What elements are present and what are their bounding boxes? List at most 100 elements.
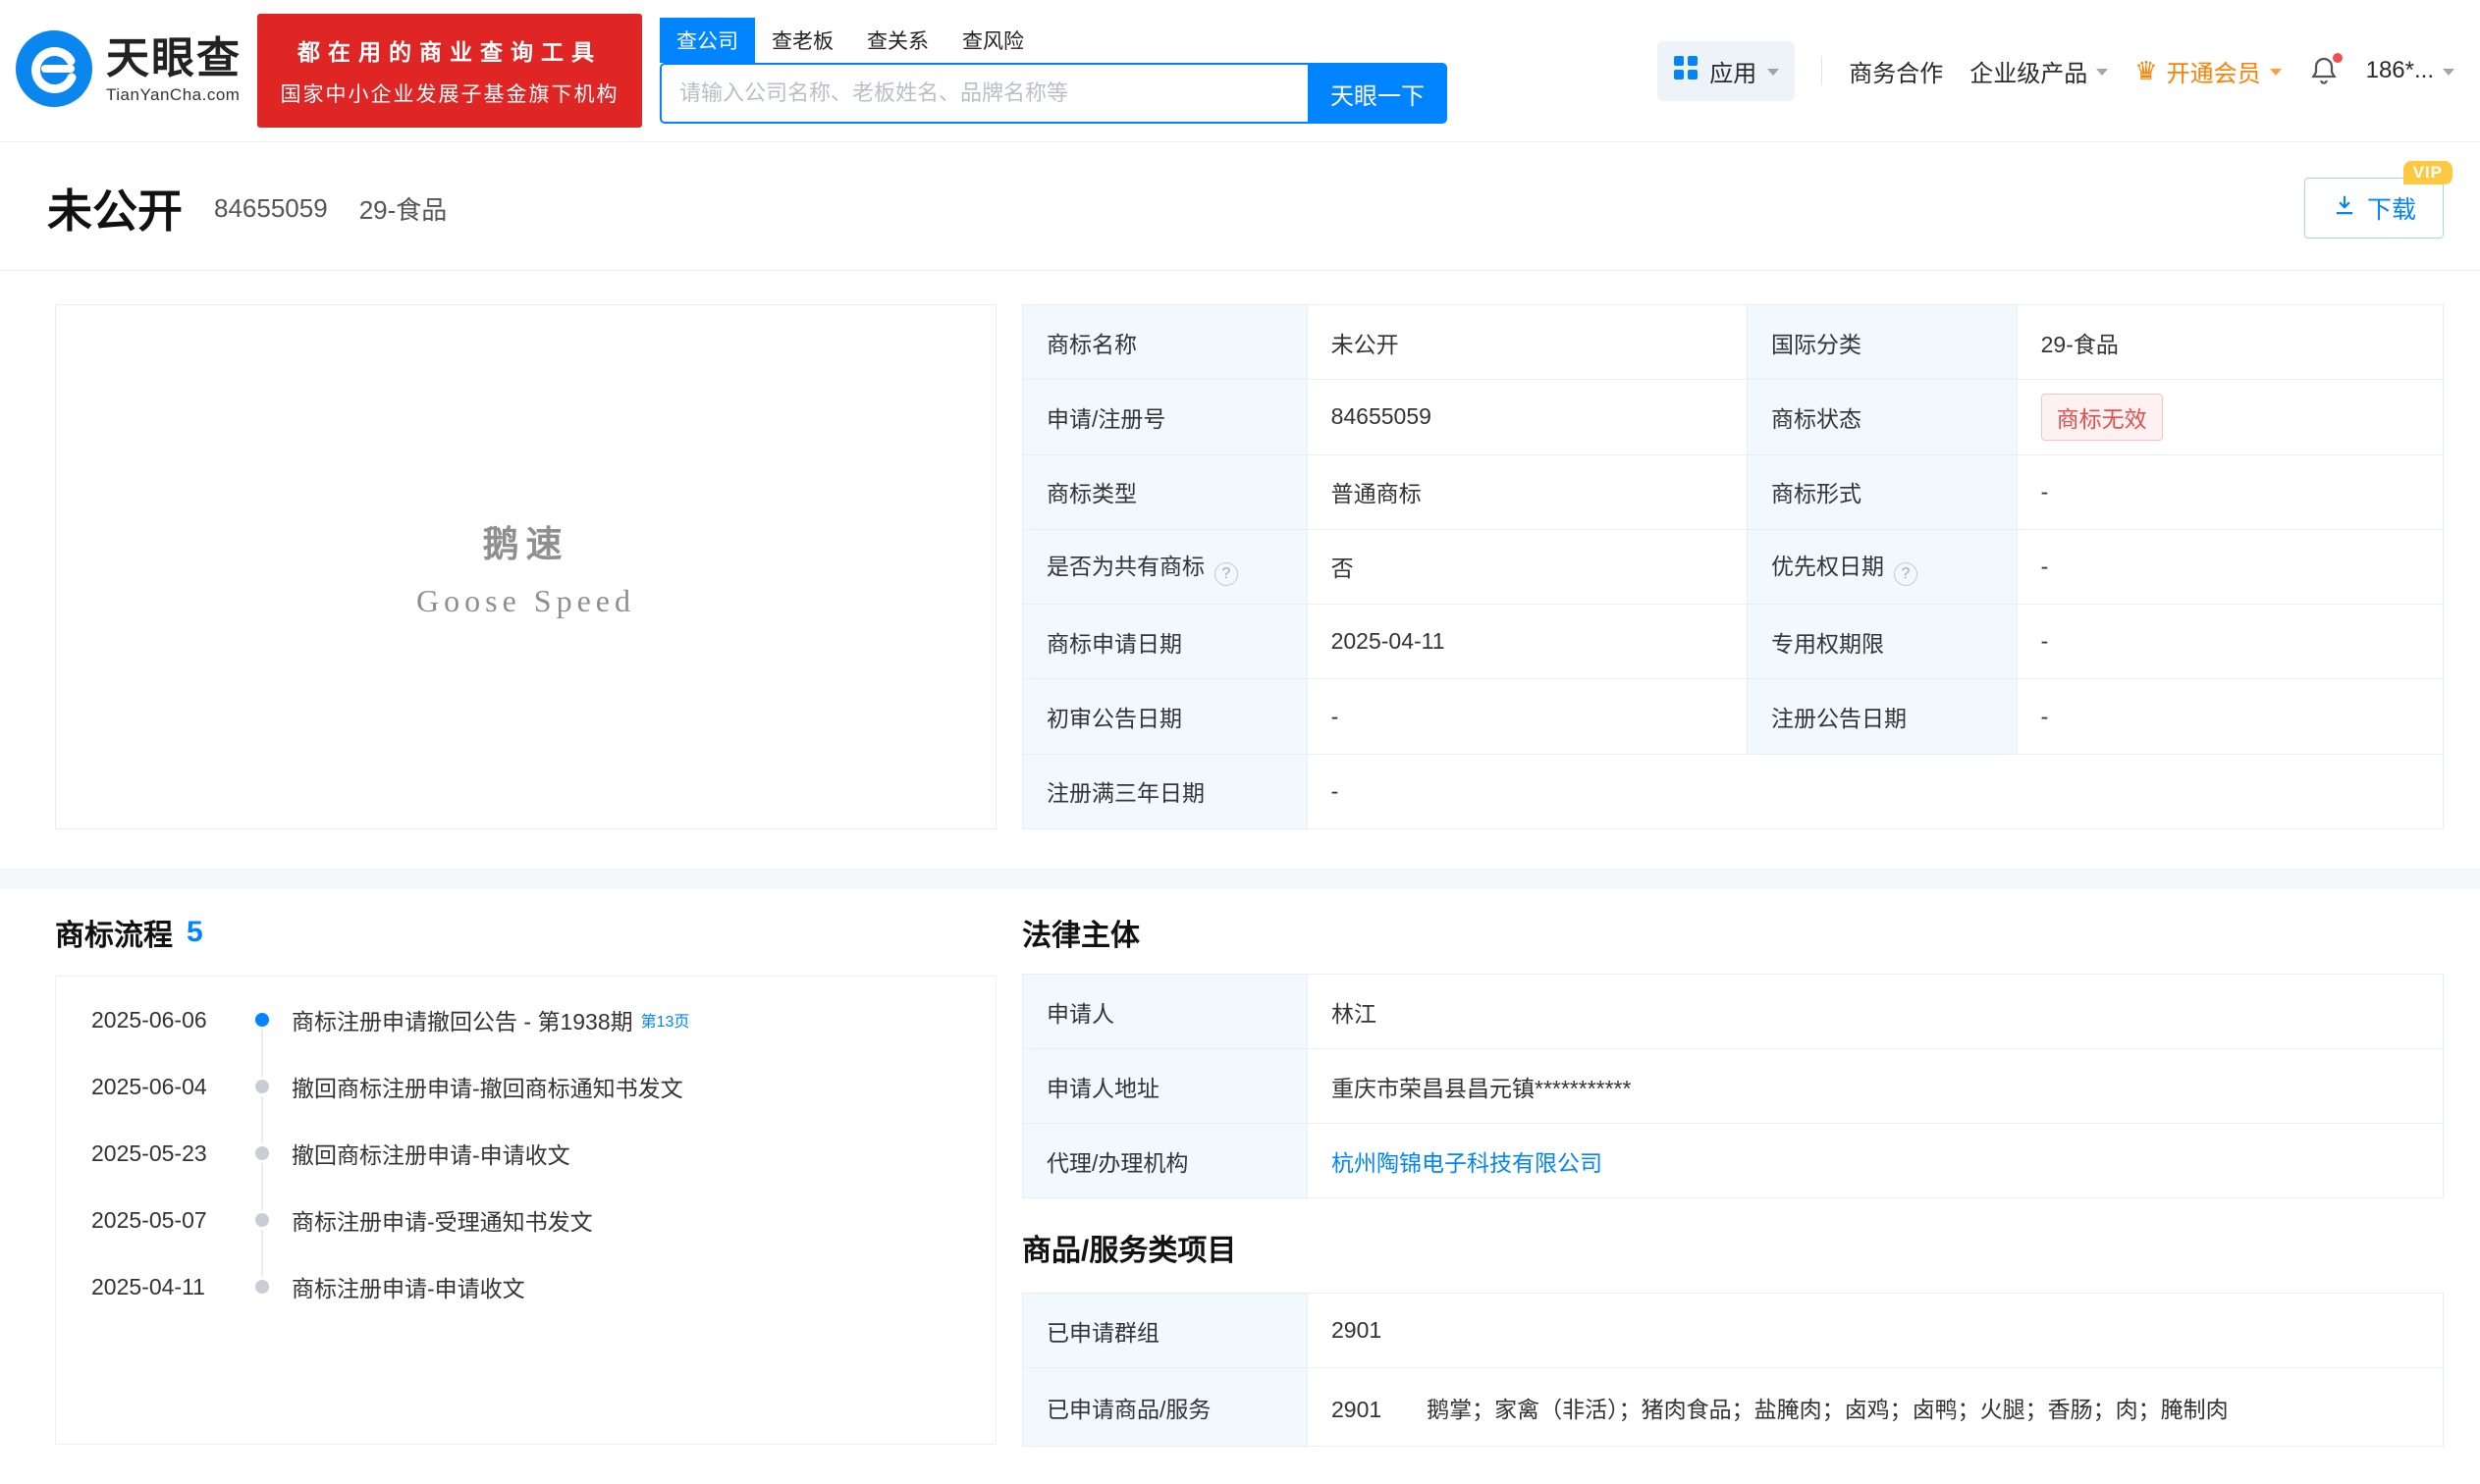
- field-value: 普通商标: [1307, 454, 1747, 529]
- tab-boss[interactable]: 查老板: [755, 18, 850, 63]
- field-value: -: [2017, 605, 2443, 679]
- list-item: 2025-06-04 撤回商标注册申请-撤回商标通知书发文: [56, 1053, 996, 1120]
- flow-section-title: 商标流程 5: [55, 911, 997, 954]
- field-label: 注册满三年日期: [1023, 754, 1308, 828]
- field-value: 否: [1307, 529, 1747, 604]
- table-row: 商标类型 普通商标 商标形式 -: [1023, 454, 2444, 529]
- field-value: -: [2017, 529, 2443, 604]
- chevron-down-icon: [1767, 69, 1779, 76]
- field-value: 29-食品: [2017, 305, 2443, 380]
- goods-table: 已申请群组 2901 已申请商品/服务 2901 鹅掌；家禽（非活）；猪肉食品；…: [1022, 1293, 2444, 1447]
- list-item: 2025-06-06 商标注册申请撤回公告 - 第1938期 第13页: [56, 986, 996, 1053]
- table-row: 代理/办理机构 杭州陶锦电子科技有限公司: [1023, 1124, 2444, 1198]
- timeline-dot: [252, 1143, 272, 1163]
- timeline-date: 2025-06-06: [91, 1007, 239, 1034]
- table-row: 初审公告日期 - 注册公告日期 -: [1023, 679, 2444, 754]
- notification-badge: [2331, 51, 2345, 65]
- help-icon[interactable]: [1214, 562, 1238, 586]
- timeline-text: 撤回商标注册申请-撤回商标通知书发文: [292, 1070, 683, 1103]
- chevron-down-icon: [2443, 69, 2454, 76]
- notification-bell-icon[interactable]: [2308, 55, 2340, 86]
- registration-number: 84655059: [214, 193, 328, 224]
- field-label: 是否为共有商标: [1023, 529, 1308, 604]
- vip-tag: VIP: [2403, 161, 2453, 185]
- legal-section-title: 法律主体: [1022, 911, 2444, 954]
- nav-open-vip[interactable]: ♛ 开通会员: [2134, 54, 2281, 88]
- field-label: 商标状态: [1748, 380, 2018, 454]
- agency-company-link[interactable]: 杭州陶锦电子科技有限公司: [1331, 1150, 1602, 1176]
- status-badge: 商标无效: [2041, 394, 2163, 441]
- field-label: 申请人: [1023, 975, 1308, 1049]
- timeline-date: 2025-04-11: [91, 1274, 239, 1300]
- table-row: 申请/注册号 84655059 商标状态 商标无效: [1023, 380, 2444, 454]
- promo-line1: 都在用的商业查询工具: [297, 33, 602, 67]
- timeline-dot: [252, 1077, 272, 1096]
- download-button[interactable]: 下载: [2304, 178, 2444, 238]
- brand-domain: TianYanCha.com: [106, 85, 242, 105]
- field-label-text: 优先权日期: [1771, 554, 1884, 579]
- nav-account-phone[interactable]: 186*...: [2366, 57, 2454, 84]
- chevron-down-icon: [2270, 69, 2282, 76]
- apps-menu-button[interactable]: 应用: [1657, 41, 1795, 101]
- field-value: 未公开: [1307, 305, 1747, 380]
- tab-relation[interactable]: 查关系: [850, 18, 945, 63]
- trademark-image: 鹅速 Goose Speed: [55, 304, 997, 829]
- field-label: 国际分类: [1748, 305, 2018, 380]
- field-value: 杭州陶锦电子科技有限公司: [1308, 1124, 2444, 1198]
- table-row: 已申请群组 2901: [1023, 1294, 2444, 1368]
- field-value: -: [1307, 679, 1747, 754]
- field-label: 已申请商品/服务: [1023, 1368, 1308, 1447]
- search-input[interactable]: [660, 63, 1308, 124]
- field-value: 林江: [1308, 975, 2444, 1049]
- crown-icon: ♛: [2134, 58, 2157, 83]
- field-label: 申请/注册号: [1023, 380, 1308, 454]
- download-label: 下载: [2367, 190, 2416, 226]
- promo-line2: 国家中小企业发展子基金旗下机构: [281, 79, 620, 108]
- table-row: 已申请商品/服务 2901 鹅掌；家禽（非活）；猪肉食品；盐腌肉；卤鸡；卤鸭；火…: [1023, 1368, 2444, 1447]
- account-phone-label: 186*...: [2366, 57, 2434, 84]
- field-label: 优先权日期: [1748, 529, 2018, 604]
- search-button[interactable]: 天眼一下: [1308, 63, 1447, 124]
- field-label: 注册公告日期: [1748, 679, 2018, 754]
- field-value: -: [1307, 754, 2443, 828]
- field-value: -: [2017, 679, 2443, 754]
- field-value: 2901 鹅掌；家禽（非活）；猪肉食品；盐腌肉；卤鸡；卤鸭；火腿；香肠；肉；腌制…: [1308, 1368, 2444, 1447]
- tab-company[interactable]: 查公司: [660, 18, 755, 63]
- timeline-dot: [252, 1277, 272, 1297]
- trademark-flow-panel: 商标流程 5 2025-06-06 商标注册申请撤回公告 - 第1938期 第1…: [55, 911, 997, 1447]
- timeline-date: 2025-05-07: [91, 1207, 239, 1234]
- field-value: -: [2017, 454, 2443, 529]
- field-label: 专用权期限: [1748, 605, 2018, 679]
- field-label: 初审公告日期: [1023, 679, 1308, 754]
- vip-label: 开通会员: [2167, 54, 2261, 88]
- top-bar: 天眼查 TianYanCha.com 都在用的商业查询工具 国家中小企业发展子基…: [0, 0, 2480, 142]
- nav-business-cooperation[interactable]: 商务合作: [1849, 54, 1943, 88]
- goods-section-title: 商品/服务类项目: [1022, 1226, 2444, 1269]
- page-title: 未公开: [47, 176, 183, 240]
- field-value: 重庆市荣昌县昌元镇***********: [1308, 1049, 2444, 1124]
- help-icon[interactable]: [1894, 562, 1917, 586]
- field-value: 商标无效: [2017, 380, 2443, 454]
- field-value: 2025-04-11: [1307, 605, 1747, 679]
- tab-risk[interactable]: 查风险: [945, 18, 1041, 63]
- enterprise-label: 企业级产品: [1969, 54, 2087, 88]
- field-value: 84655059: [1307, 380, 1747, 454]
- nav-enterprise-products[interactable]: 企业级产品: [1969, 54, 2108, 88]
- flow-title-text: 商标流程: [55, 911, 173, 954]
- download-icon: [2332, 192, 2357, 225]
- search-block: 查公司 查老板 查关系 查风险 天眼一下: [660, 18, 1447, 124]
- timeline-dot: [252, 1010, 272, 1030]
- trademark-text-cn: 鹅速: [483, 514, 569, 567]
- field-label-text: 是否为共有商标: [1047, 554, 1205, 579]
- detail-section: 商标流程 5 2025-06-06 商标注册申请撤回公告 - 第1938期 第1…: [0, 889, 2480, 1447]
- tianyancha-logo[interactable]: 天眼查 TianYanCha.com: [16, 30, 242, 112]
- field-label: 商标名称: [1023, 305, 1308, 380]
- flow-timeline: 2025-06-06 商标注册申请撤回公告 - 第1938期 第13页 2025…: [55, 976, 997, 1445]
- title-bar: 未公开 84655059 29-食品 VIP 下载: [0, 142, 2480, 270]
- timeline-page-link[interactable]: 第13页: [641, 1008, 690, 1032]
- field-label: 申请人地址: [1023, 1049, 1308, 1124]
- logo-eye-icon: [16, 30, 92, 112]
- list-item: 2025-04-11 商标注册申请-申请收文: [56, 1253, 996, 1320]
- field-label: 商标申请日期: [1023, 605, 1308, 679]
- table-row: 申请人 林江: [1023, 975, 2444, 1049]
